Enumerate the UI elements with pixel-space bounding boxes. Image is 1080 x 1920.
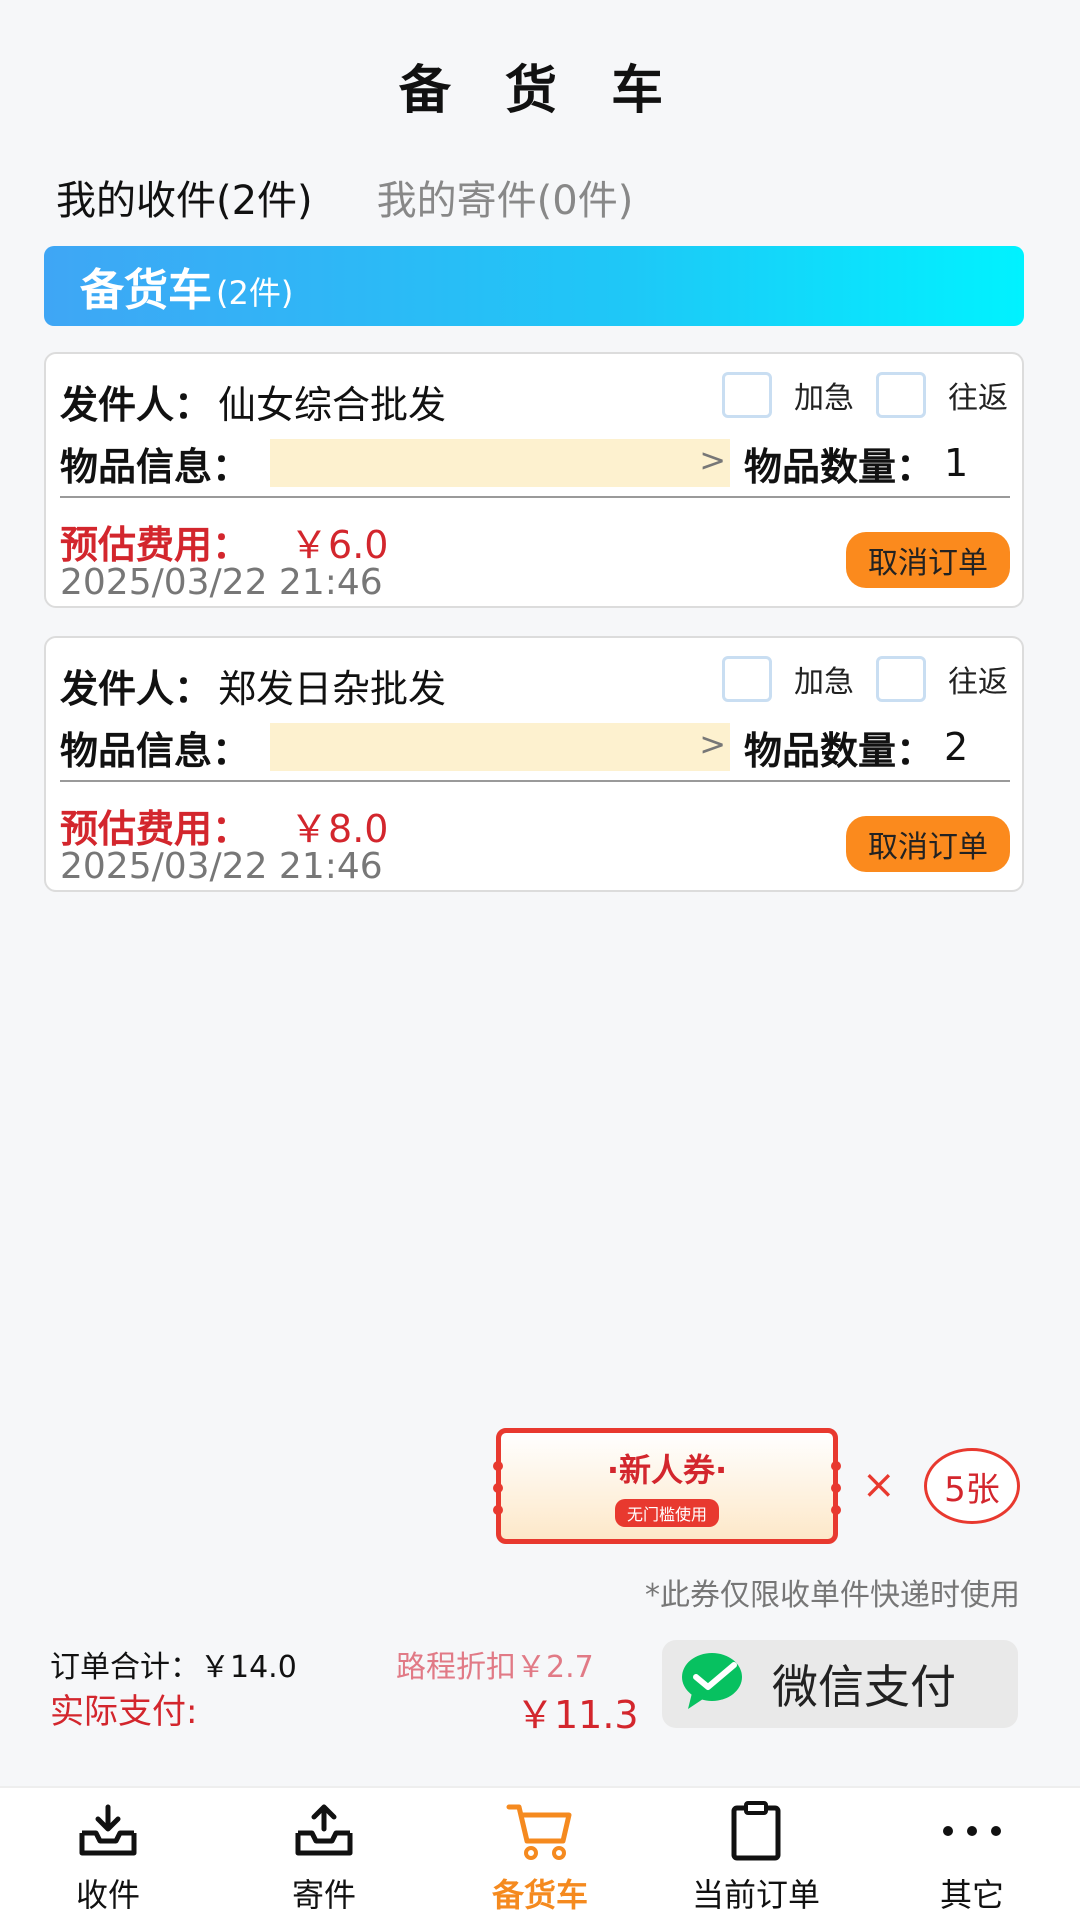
- tabbar-label: 收件: [75, 1876, 140, 1914]
- goods-info-field[interactable]: >: [270, 439, 731, 487]
- urgent-label: 加急: [794, 381, 854, 416]
- quantity-value: 1: [944, 441, 969, 485]
- banner-count: (2件): [216, 274, 294, 312]
- goods-label: 物品信息：: [60, 728, 251, 773]
- urgent-label: 加急: [794, 665, 854, 700]
- urgent-checkbox[interactable]: [722, 372, 772, 418]
- divider: [60, 496, 1010, 498]
- roundtrip-label: 往返: [948, 381, 1008, 416]
- order-total: 订单合计：￥14.0: [50, 1650, 297, 1685]
- coupon-count-badge: 5张: [924, 1448, 1020, 1524]
- tabbar-label: 寄件: [291, 1876, 356, 1914]
- tabbar-label: 备货车: [491, 1876, 588, 1914]
- tabbar-item-receive[interactable]: 收件: [8, 1788, 208, 1920]
- tabbar-label: 其它: [939, 1876, 1004, 1914]
- sender-label: 发件人：: [60, 383, 213, 427]
- order-date: 2025/03/22 21:46: [60, 562, 383, 603]
- goods-label: 物品信息：: [60, 444, 251, 489]
- tabbar-item-send[interactable]: 寄件: [224, 1788, 424, 1920]
- coupon-notch: [493, 1461, 503, 1471]
- wechat-pay-button[interactable]: 微信支付: [662, 1640, 1018, 1728]
- goods-row: 物品信息： > 物品数量： 2: [60, 722, 1010, 773]
- inbox-upload-icon: [224, 1798, 424, 1864]
- chevron-right-icon: >: [699, 441, 727, 479]
- urgent-checkbox[interactable]: [722, 656, 772, 702]
- new-user-coupon[interactable]: ·新人券· 无门槛使用: [493, 1428, 841, 1544]
- roundtrip-checkbox[interactable]: [876, 372, 926, 418]
- coupon-notch: [493, 1505, 503, 1515]
- fee-label: 预估费用：: [60, 523, 251, 567]
- pay-label: 微信支付: [772, 1660, 956, 1714]
- fee-value: ￥6.0: [290, 523, 389, 567]
- divider: [60, 780, 1010, 782]
- order-card: 发件人： 郑发日杂批发 加急 往返 物品信息： > 物品数量： 2 预估费用： …: [44, 636, 1024, 892]
- more-dots-icon: [872, 1798, 1072, 1864]
- fee-value: ￥8.0: [290, 807, 389, 851]
- banner-title: 备货车: [80, 265, 212, 316]
- tabbar-label: 当前订单: [691, 1876, 820, 1914]
- cart-icon: [440, 1798, 640, 1864]
- tabbar-item-cart[interactable]: 备货车: [440, 1788, 640, 1920]
- tab-my-sent[interactable]: 我的寄件(0件): [377, 168, 634, 226]
- wechat-icon: [680, 1651, 758, 1717]
- quantity-label: 物品数量：: [744, 444, 935, 489]
- coupon-notch: [831, 1505, 841, 1515]
- order-card: 发件人： 仙女综合批发 加急 往返 物品信息： > 物品数量： 1 预估费用： …: [44, 352, 1024, 608]
- actual-pay-label: 实际支付:: [50, 1692, 198, 1732]
- goods-row: 物品信息： > 物品数量： 1: [60, 438, 1010, 489]
- inbox-download-icon: [8, 1798, 208, 1864]
- cart-banner: 备货车 (2件): [44, 246, 1024, 326]
- tabbar-item-current-orders[interactable]: 当前订单: [656, 1788, 856, 1920]
- multiply-icon: ×: [862, 1462, 896, 1508]
- route-discount: 路程折扣￥2.7: [396, 1650, 594, 1685]
- coupon-notch: [493, 1483, 503, 1493]
- sender-row: 发件人： 郑发日杂批发: [60, 658, 446, 713]
- sender-label: 发件人：: [60, 667, 213, 711]
- coupon-title: ·新人券·: [606, 1451, 728, 1489]
- order-options: 加急 往返: [722, 372, 1008, 418]
- fee-label: 预估费用：: [60, 807, 251, 851]
- bottom-tab-bar: 收件 寄件 备货车 当前订单 其它: [0, 1786, 1080, 1920]
- actual-pay-value: ￥11.3: [516, 1693, 639, 1737]
- sender-row: 发件人： 仙女综合批发: [60, 374, 446, 429]
- coupon-notch: [831, 1461, 841, 1471]
- cancel-order-button[interactable]: 取消订单: [846, 532, 1010, 588]
- order-date: 2025/03/22 21:46: [60, 846, 383, 887]
- page: 备 货 车 我的收件(2件) 我的寄件(0件) 备货车 (2件) 发件人： 仙女…: [0, 0, 1080, 1920]
- goods-info-field[interactable]: >: [270, 723, 731, 771]
- roundtrip-label: 往返: [948, 665, 1008, 700]
- fee-row: 预估费用： ￥6.0: [60, 514, 388, 569]
- clipboard-icon: [656, 1798, 856, 1864]
- tabbar-item-other[interactable]: 其它: [872, 1788, 1072, 1920]
- order-options: 加急 往返: [722, 656, 1008, 702]
- chevron-right-icon: >: [699, 725, 727, 763]
- fee-row: 预估费用： ￥8.0: [60, 798, 388, 853]
- roundtrip-checkbox[interactable]: [876, 656, 926, 702]
- sender-name: 郑发日杂批发: [218, 667, 447, 711]
- sender-name: 仙女综合批发: [218, 383, 447, 427]
- quantity-value: 2: [944, 725, 969, 769]
- coupon-subtitle: 无门槛使用: [614, 1499, 719, 1527]
- coupon-note: *此券仅限收单件快递时使用: [645, 1578, 1020, 1613]
- quantity-label: 物品数量：: [744, 728, 935, 773]
- cancel-order-button[interactable]: 取消订单: [846, 816, 1010, 872]
- page-title: 备 货 车: [398, 61, 682, 121]
- coupon-notch: [831, 1483, 841, 1493]
- tab-my-received[interactable]: 我的收件(2件): [56, 168, 313, 226]
- tab-group: 我的收件(2件) 我的寄件(0件): [56, 168, 633, 226]
